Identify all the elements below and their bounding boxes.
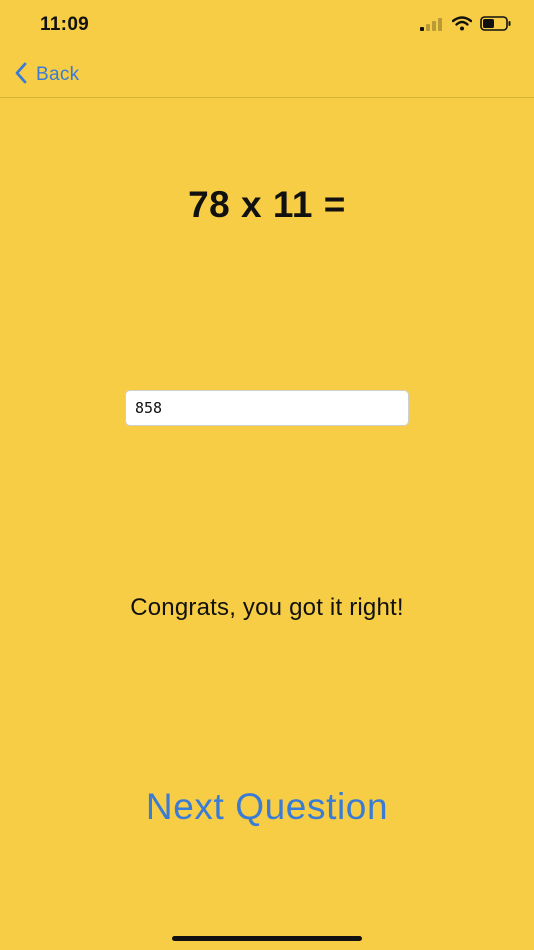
math-question: 78 x 11 =: [188, 184, 346, 225]
status-icons: [420, 16, 512, 36]
back-button[interactable]: Back: [14, 60, 79, 90]
battery-icon: [480, 16, 512, 36]
next-question-button[interactable]: Next Question: [0, 786, 534, 828]
answer-input[interactable]: [125, 390, 409, 426]
wifi-icon: [451, 16, 473, 36]
back-label: Back: [36, 64, 80, 85]
home-indicator: [172, 936, 362, 941]
navigation-bar: Back: [0, 52, 534, 98]
cellular-signal-icon: [420, 17, 444, 36]
status-time: 11:09: [40, 14, 90, 35]
chevron-left-icon: [14, 62, 28, 89]
status-bar: 11:09: [0, 0, 534, 52]
result-message: Congrats, you got it right!: [130, 594, 404, 621]
